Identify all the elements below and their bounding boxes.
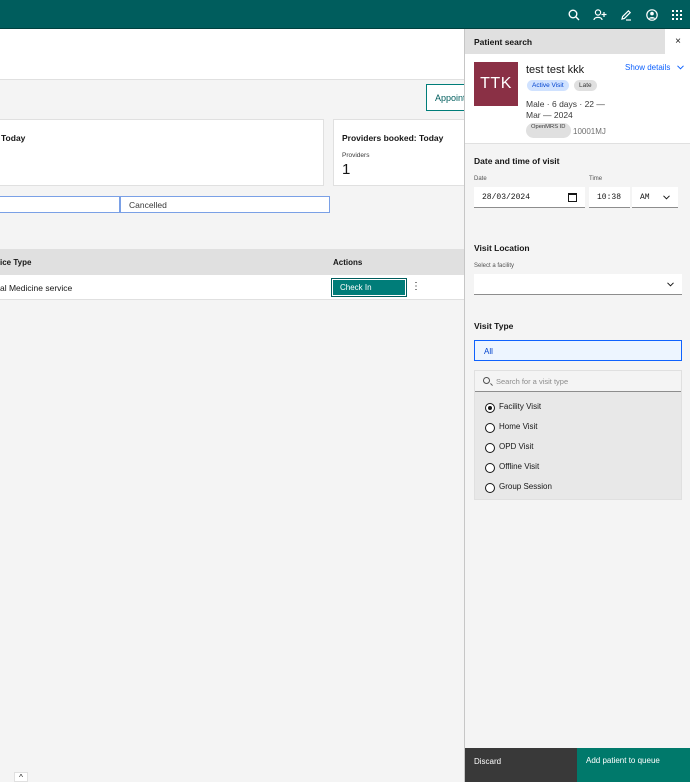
search-icon[interactable] [565, 6, 583, 24]
time-label: Time [589, 176, 603, 182]
date-time-section-title: Date and time of visit [474, 156, 560, 166]
facility-select-label: Select a facility [474, 263, 515, 269]
facility-select[interactable] [474, 274, 682, 295]
close-icon[interactable]: × [665, 29, 690, 54]
visit-type-filter-all[interactable]: All [474, 340, 682, 361]
card-sublabel: Providers [342, 152, 370, 159]
visit-type-list: Search for a visit type Facility Visit H… [474, 370, 682, 500]
radio-icon [485, 463, 495, 473]
providers-count: 1 [342, 161, 351, 178]
radio-icon [485, 423, 495, 433]
chevron-down-icon [676, 65, 684, 70]
time-input[interactable]: 10:38 [589, 187, 630, 208]
calendar-icon[interactable] [568, 193, 577, 202]
card-title: Today [1, 133, 26, 143]
option-label: OPD Visit [499, 442, 534, 451]
late-tag: Late [574, 80, 597, 91]
discard-button[interactable]: Discard [465, 748, 577, 782]
radio-icon [485, 483, 495, 493]
am-pm-value: AM [640, 193, 650, 202]
check-in-button[interactable]: Check In [331, 278, 407, 297]
radio-icon [485, 443, 495, 453]
patient-demographics: Male · 6 days · 22 — Mar — 2024 [526, 99, 605, 120]
patient-name: test test kkk [526, 64, 585, 76]
overflow-menu-icon[interactable]: ⋮ [411, 282, 421, 292]
visit-location-section-title: Visit Location [474, 243, 530, 253]
date-label: Date [474, 176, 487, 182]
am-pm-select[interactable]: AM [632, 187, 678, 208]
search-icon [483, 377, 490, 384]
radio-selected-icon [485, 403, 495, 413]
tab-previous[interactable] [0, 196, 120, 213]
show-details-label: Show details [625, 63, 671, 72]
patient-id: 10001MJ [573, 127, 606, 136]
add-patient-to-queue-button[interactable]: Add patient to queue [577, 748, 690, 782]
visit-type-section-title: Visit Type [474, 321, 514, 331]
add-user-icon[interactable] [591, 6, 609, 24]
user-avatar-icon[interactable] [643, 6, 661, 24]
panel-header: Patient search [465, 29, 665, 54]
option-label: Home Visit [499, 422, 538, 431]
patient-banner: TTK test test kkk Show details Active Vi… [465, 54, 690, 144]
service-cell: al Medicine service [0, 283, 73, 293]
table-row: al Medicine service Check In ⋮ [0, 275, 465, 300]
visit-type-search-input[interactable]: Search for a visit type [475, 371, 681, 392]
pen-icon[interactable] [617, 6, 635, 24]
patient-avatar: TTK [474, 62, 518, 106]
scroll-up-icon[interactable]: ^ [14, 772, 28, 782]
option-label: Offline Visit [499, 462, 540, 471]
show-details-link[interactable]: Show details [625, 63, 684, 72]
page-header [0, 29, 465, 80]
patient-search-panel: Patient search × TTK test test kkk Show … [464, 29, 690, 782]
date-value: 28/03/2024 [482, 193, 531, 202]
card-title: Providers booked: Today [342, 133, 444, 143]
top-navigation-bar [0, 0, 690, 29]
panel-title: Patient search [474, 37, 533, 47]
metric-card-today: Today [0, 119, 324, 186]
metric-card-providers: Providers booked: Today Providers 1 [333, 119, 473, 186]
chevron-down-icon [667, 282, 674, 287]
tab-cancelled[interactable]: Cancelled [120, 196, 330, 213]
id-label-tag: OpenMRS ID [526, 123, 571, 138]
table-header: ice Type Actions [0, 249, 465, 275]
chevron-down-icon [663, 195, 670, 200]
column-actions: Actions [333, 258, 363, 267]
app-switcher-icon[interactable] [668, 6, 686, 24]
visit-type-search-placeholder: Search for a visit type [496, 377, 569, 386]
date-picker-input[interactable]: 28/03/2024 [474, 187, 585, 208]
option-label: Facility Visit [499, 402, 542, 411]
active-visit-tag: Active Visit [527, 80, 569, 91]
option-label: Group Session [499, 482, 552, 491]
column-service-type: ice Type [0, 258, 32, 267]
